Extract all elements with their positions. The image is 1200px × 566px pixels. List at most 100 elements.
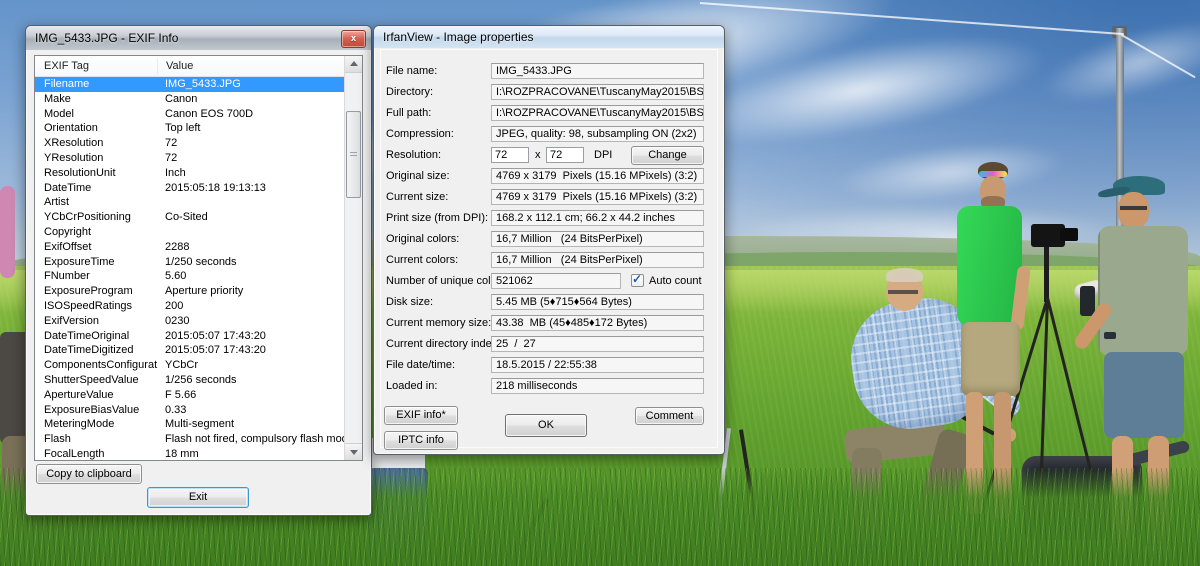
copy-to-clipboard-button[interactable]: Copy to clipboard xyxy=(36,464,142,484)
exif-tag-cell: ShutterSpeedValue xyxy=(35,373,157,388)
table-row[interactable]: ApertureValue F 5.66 xyxy=(35,388,345,403)
table-row[interactable]: Orientation Top left xyxy=(35,121,345,136)
exif-tag-cell: Make xyxy=(35,92,157,107)
table-row[interactable]: ExposureProgram Aperture priority xyxy=(35,284,345,299)
column-header-value[interactable]: Value xyxy=(158,58,193,74)
exif-value-cell: Canon EOS 700D xyxy=(157,107,345,122)
exif-tag-cell: DateTimeDigitized xyxy=(35,343,157,358)
table-row[interactable]: DateTimeDigitized 2015:05:07 17:43:20 xyxy=(35,343,345,358)
exif-value-cell: 0.33 xyxy=(157,403,345,418)
properties-content: File name:IMG_5433.JPG Directory:I:\ROZP… xyxy=(380,49,718,448)
prop-value-box: I:\ROZPRACOVANE\TuscanyMay2015\BS\Hed xyxy=(491,84,704,100)
table-row[interactable]: Model Canon EOS 700D xyxy=(35,107,345,122)
screenshot-root: IMG_5433.JPG - EXIF Info x EXIF Tag Valu… xyxy=(0,0,1200,566)
table-row[interactable]: Make Canon xyxy=(35,92,345,107)
auto-count-checkbox[interactable]: ✓ xyxy=(631,274,644,287)
scroll-up-icon[interactable] xyxy=(345,56,362,73)
prop-value-box: 25 / 27 xyxy=(491,336,704,352)
comment-button[interactable]: Comment xyxy=(635,407,704,425)
resolution-separator: x xyxy=(535,149,541,161)
table-row[interactable]: ExifVersion 0230 xyxy=(35,314,345,329)
table-row[interactable]: XResolution 72 xyxy=(35,136,345,151)
ok-button[interactable]: OK xyxy=(505,414,587,437)
table-row[interactable]: ExifOffset 2288 xyxy=(35,240,345,255)
close-icon[interactable]: x xyxy=(341,30,366,48)
prop-label: Current size: xyxy=(386,191,448,203)
exif-info-button[interactable]: EXIF info* xyxy=(384,406,458,425)
exif-tag-cell: FocalLength xyxy=(35,447,157,460)
table-row[interactable]: ResolutionUnit Inch xyxy=(35,166,345,181)
exif-tag-cell: DateTimeOriginal xyxy=(35,329,157,344)
scrollbar-thumb[interactable] xyxy=(346,111,361,198)
exif-tag-cell: Orientation xyxy=(35,121,157,136)
exif-table-rows: Filename IMG_5433.JPG Make Canon Model C… xyxy=(35,77,345,460)
exif-tag-cell: ExifOffset xyxy=(35,240,157,255)
exif-window-titlebar[interactable]: IMG_5433.JPG - EXIF Info x xyxy=(26,26,371,50)
prop-label: Directory: xyxy=(386,86,433,98)
exif-tag-cell: XResolution xyxy=(35,136,157,151)
prop-value-box: 16,7 Million (24 BitsPerPixel) xyxy=(491,252,704,268)
scroll-down-icon[interactable] xyxy=(345,443,362,460)
exit-button[interactable]: Exit xyxy=(147,487,249,508)
exif-value-cell: IMG_5433.JPG xyxy=(157,77,345,92)
exif-value-cell: 18 mm xyxy=(157,447,345,460)
unique-colors-value-box: 521062 xyxy=(491,273,621,289)
person-cap-face xyxy=(1118,192,1149,229)
prop-label: Print size (from DPI): xyxy=(386,212,488,224)
table-row[interactable]: FocalLength 18 mm xyxy=(35,447,345,460)
auto-count-label: Auto count xyxy=(649,275,702,287)
exif-tag-cell: YCbCrPositioning xyxy=(35,210,157,225)
prop-label: Current directory index: xyxy=(386,338,500,350)
table-row[interactable]: ShutterSpeedValue 1/256 seconds xyxy=(35,373,345,388)
image-properties-window: IrfanView - Image properties File name:I… xyxy=(373,25,725,455)
exif-window-title: IMG_5433.JPG - EXIF Info xyxy=(35,31,178,45)
exif-value-cell: 200 xyxy=(157,299,345,314)
properties-window-titlebar[interactable]: IrfanView - Image properties xyxy=(374,26,724,48)
glasses xyxy=(1120,206,1147,210)
table-row[interactable]: Copyright xyxy=(35,225,345,240)
resolution-y-input[interactable] xyxy=(546,147,584,163)
person-plaid-hair xyxy=(886,268,923,282)
exif-value-cell: 1/256 seconds xyxy=(157,373,345,388)
exif-tag-cell: ISOSpeedRatings xyxy=(35,299,157,314)
scrollbar[interactable] xyxy=(344,56,362,460)
exif-tag-cell: ExposureBiasValue xyxy=(35,403,157,418)
exif-tag-cell: Filename xyxy=(35,77,157,92)
table-row[interactable]: MeteringMode Multi-segment xyxy=(35,417,345,432)
table-row[interactable]: Flash Flash not fired, compulsory flash … xyxy=(35,432,345,447)
exif-tag-cell: ExposureTime xyxy=(35,255,157,270)
table-row[interactable]: ISOSpeedRatings 200 xyxy=(35,299,345,314)
properties-window-title: IrfanView - Image properties xyxy=(383,30,534,44)
table-row[interactable]: FNumber 5.60 xyxy=(35,269,345,284)
prop-label: Full path: xyxy=(386,107,431,119)
prop-value-box: I:\ROZPRACOVANE\TuscanyMay2015\BS\Hed xyxy=(491,105,704,121)
resolution-x-input[interactable] xyxy=(491,147,529,163)
iptc-info-button[interactable]: IPTC info xyxy=(384,431,458,450)
glasses xyxy=(888,290,918,294)
tripod-column xyxy=(1044,240,1049,302)
exif-tag-cell: YResolution xyxy=(35,151,157,166)
table-row[interactable]: ExposureTime 1/250 seconds xyxy=(35,255,345,270)
table-row[interactable]: Filename IMG_5433.JPG xyxy=(35,77,345,92)
exif-value-cell xyxy=(157,225,345,240)
change-button[interactable]: Change xyxy=(631,146,704,165)
table-row[interactable]: ComponentsConfiguration YCbCr xyxy=(35,358,345,373)
exif-tag-cell: Flash xyxy=(35,432,157,447)
table-row[interactable]: DateTime 2015:05:18 19:13:13 xyxy=(35,181,345,196)
table-row[interactable]: Artist xyxy=(35,195,345,210)
exif-tag-cell: MeteringMode xyxy=(35,417,157,432)
person-cap-shorts xyxy=(1104,352,1184,438)
column-header-tag[interactable]: EXIF Tag xyxy=(35,58,158,74)
prop-value-box: 5.45 MB (5♦715♦564 Bytes) xyxy=(491,294,704,310)
table-row[interactable]: DateTimeOriginal 2015:05:07 17:43:20 xyxy=(35,329,345,344)
prop-label: Current colors: xyxy=(386,254,458,266)
camera-lens xyxy=(1060,228,1078,241)
table-row[interactable]: YResolution 72 xyxy=(35,151,345,166)
exif-tag-cell: ApertureValue xyxy=(35,388,157,403)
table-row[interactable]: ExposureBiasValue 0.33 xyxy=(35,403,345,418)
table-row[interactable]: YCbCrPositioning Co-Sited xyxy=(35,210,345,225)
exif-value-cell: 0230 xyxy=(157,314,345,329)
exif-value-cell: Top left xyxy=(157,121,345,136)
exif-tag-cell: ExifVersion xyxy=(35,314,157,329)
person-green-shorts xyxy=(961,322,1020,396)
